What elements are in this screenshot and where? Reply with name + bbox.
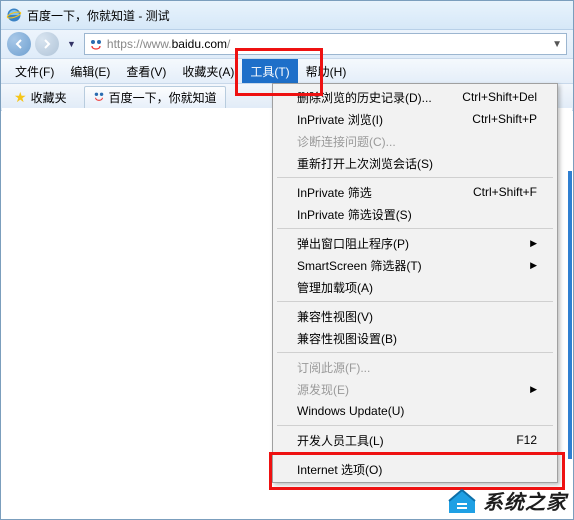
address-bar[interactable]: https://www.baidu.com/ ▼ [84, 33, 567, 55]
menu-file[interactable]: 文件(F) [7, 59, 62, 83]
browser-window: 百度一下，你就知道 - 测试 ▼ https://www.baidu.com/ … [0, 0, 574, 520]
tools-menu-item[interactable]: 删除浏览的历史记录(D)... Ctrl+Shift+Del [273, 86, 557, 108]
menu-item-label: 诊断连接问题(C)... [297, 133, 396, 150]
site-favicon-icon [89, 37, 103, 51]
url-rest: / [227, 37, 230, 51]
menu-item-label: InPrivate 筛选 [297, 184, 372, 201]
menu-fav[interactable]: 收藏夹(A) [174, 59, 242, 83]
menu-item-label: 兼容性视图(V) [297, 308, 373, 325]
menu-item-label: SmartScreen 筛选器(T) [297, 257, 422, 274]
tools-menu-item[interactable]: SmartScreen 筛选器(T) ▶ [273, 254, 557, 276]
tools-menu-item[interactable]: 兼容性视图设置(B) [273, 327, 557, 349]
tools-menu-item[interactable]: Windows Update(U) [273, 400, 557, 422]
tools-dropdown-menu: 删除浏览的历史记录(D)... Ctrl+Shift+Del InPrivate 浏… [272, 83, 558, 483]
window-title: 百度一下，你就知道 - 测试 [27, 7, 170, 24]
tools-menu-item[interactable]: 兼容性视图(V) [273, 305, 557, 327]
menu-item-shortcut: Ctrl+Shift+F [473, 185, 537, 199]
menu-separator [277, 454, 553, 455]
menu-item-label: 重新打开上次浏览会话(S) [297, 155, 433, 172]
nav-toolbar: ▼ https://www.baidu.com/ ▼ [1, 29, 573, 58]
menu-edit[interactable]: 编辑(E) [62, 59, 118, 83]
tools-menu-item: 诊断连接问题(C)... [273, 130, 557, 152]
address-dropdown-icon[interactable]: ▼ [552, 39, 562, 50]
favorites-label: 收藏夹 [31, 89, 67, 106]
star-icon: ★ [14, 89, 27, 106]
watermark-house-icon [445, 487, 479, 515]
browser-tab[interactable]: 百度一下，你就知道 [84, 86, 226, 109]
menu-item-label: 订阅此源(F)... [297, 359, 370, 376]
menu-separator [277, 228, 553, 229]
menu-item-label: 兼容性视图设置(B) [297, 330, 397, 347]
tools-menu-item[interactable]: Internet 选项(O) [273, 458, 557, 480]
menu-item-label: Windows Update(U) [297, 404, 404, 418]
menu-bar: 文件(F) 编辑(E) 查看(V) 收藏夹(A) 工具(T) 帮助(H) [1, 58, 573, 83]
tools-menu-item[interactable]: InPrivate 浏览(I) Ctrl+Shift+P [273, 108, 557, 130]
favorites-button[interactable]: ★ 收藏夹 [7, 86, 74, 109]
menu-item-label: 管理加载项(A) [297, 279, 373, 296]
submenu-arrow-icon: ▶ [530, 238, 537, 249]
menu-item-label: 开发人员工具(L) [297, 432, 384, 449]
tools-menu-item[interactable]: 弹出窗口阻止程序(P) ▶ [273, 232, 557, 254]
url-scheme: https:// [107, 37, 143, 51]
tab-title: 百度一下，你就知道 [109, 89, 217, 106]
watermark-text: 系统之家 [483, 486, 567, 515]
menu-item-shortcut: F12 [516, 433, 537, 447]
menu-item-label: Internet 选项(O) [297, 461, 382, 478]
content-edge [568, 171, 572, 459]
url-domain: baidu.com [172, 37, 227, 51]
menu-separator [277, 177, 553, 178]
url-host-prefix: www. [143, 37, 172, 51]
menu-help[interactable]: 帮助(H) [298, 59, 355, 83]
menu-item-shortcut: Ctrl+Shift+Del [462, 90, 537, 104]
submenu-arrow-icon: ▶ [530, 384, 537, 395]
menu-view[interactable]: 查看(V) [118, 59, 174, 83]
menu-separator [277, 301, 553, 302]
submenu-arrow-icon: ▶ [530, 260, 537, 271]
menu-item-label: 删除浏览的历史记录(D)... [297, 89, 432, 106]
tools-menu-item[interactable]: InPrivate 筛选 Ctrl+Shift+F [273, 181, 557, 203]
tools-menu-item: 订阅此源(F)... [273, 356, 557, 378]
watermark: 系统之家 [445, 486, 567, 515]
tools-menu-item[interactable]: 重新打开上次浏览会话(S) [273, 152, 557, 174]
tools-menu-item[interactable]: 开发人员工具(L) F12 [273, 429, 557, 451]
menu-separator [277, 352, 553, 353]
menu-item-label: 源发现(E) [297, 381, 349, 398]
menu-separator [277, 425, 553, 426]
back-button[interactable] [7, 32, 31, 56]
forward-button[interactable] [35, 32, 59, 56]
nav-dropdown-icon[interactable]: ▼ [67, 39, 76, 49]
menu-tools[interactable]: 工具(T) [242, 59, 297, 83]
tools-menu-item[interactable]: 管理加载项(A) [273, 276, 557, 298]
menu-item-label: InPrivate 浏览(I) [297, 111, 383, 128]
ie-logo-icon [5, 6, 23, 24]
tools-menu-item: 源发现(E) ▶ [273, 378, 557, 400]
baidu-favicon-icon [93, 90, 105, 105]
tools-menu-item[interactable]: InPrivate 筛选设置(S) [273, 203, 557, 225]
title-bar: 百度一下，你就知道 - 测试 [1, 1, 573, 29]
menu-item-label: InPrivate 筛选设置(S) [297, 206, 412, 223]
menu-item-label: 弹出窗口阻止程序(P) [297, 235, 409, 252]
menu-item-shortcut: Ctrl+Shift+P [472, 112, 537, 126]
